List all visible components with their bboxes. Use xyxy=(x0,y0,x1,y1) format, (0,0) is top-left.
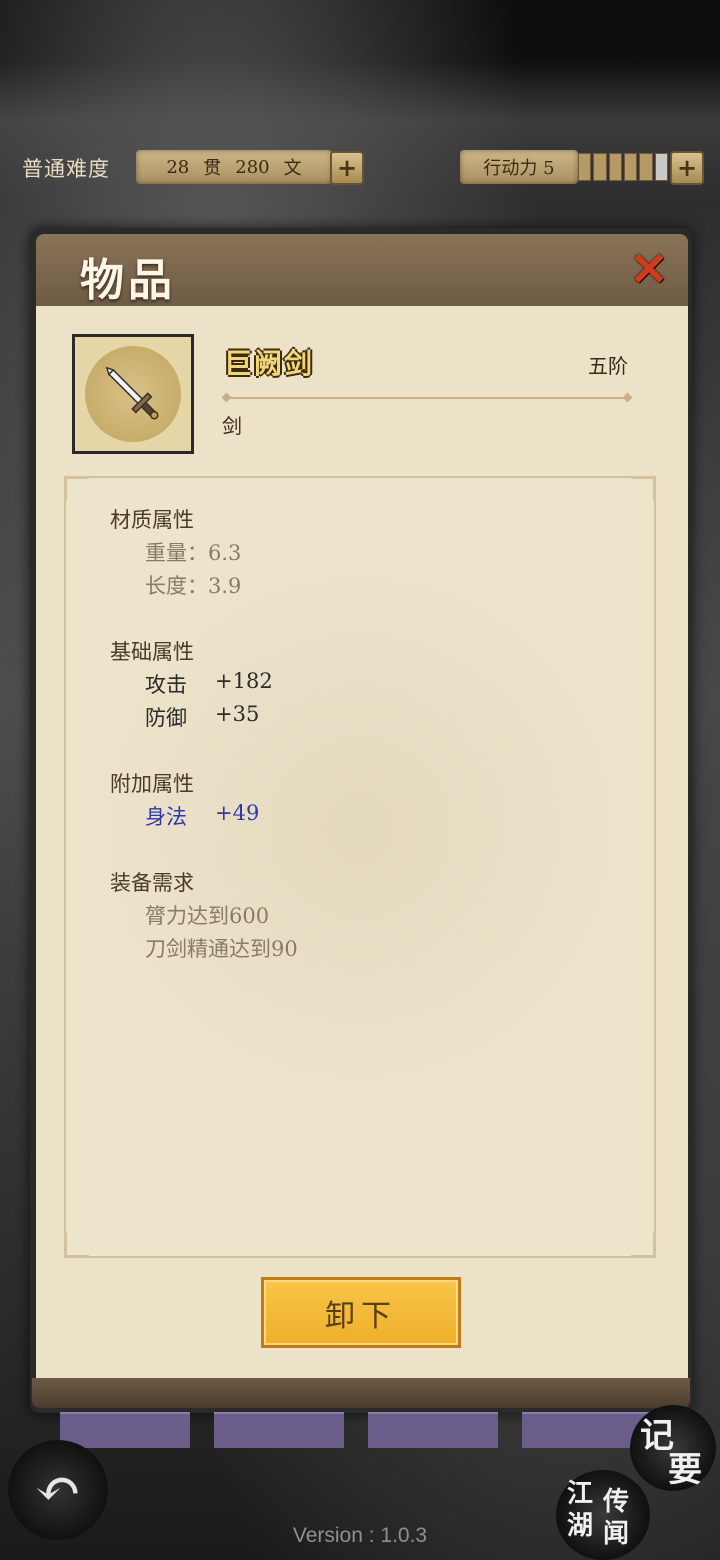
panel-title: 物品 xyxy=(80,255,176,306)
sword-icon xyxy=(105,366,159,420)
action-points-label: 行动力 5 xyxy=(483,158,555,179)
close-icon: ✕ xyxy=(629,242,669,296)
equipment-slot[interactable] xyxy=(60,1412,190,1448)
equipment-slot[interactable] xyxy=(368,1412,498,1448)
meter-segment xyxy=(593,153,607,181)
weight-stat: 重量：6.3 xyxy=(145,541,242,565)
money-display: 28 贯 280 文 xyxy=(136,150,332,184)
attack-label: 攻击 xyxy=(145,673,187,697)
item-panel-header: 物品 ✕ xyxy=(36,234,688,306)
difficulty-label: 普通难度 xyxy=(22,157,110,181)
plus-icon: + xyxy=(676,153,698,182)
version-label: Version : 1.0.3 xyxy=(292,1524,428,1547)
guan-unit: 贯 xyxy=(203,158,222,179)
sword-mastery-requirement: 刀剑精通达到90 xyxy=(145,937,298,961)
item-panel-footer xyxy=(32,1378,690,1408)
agility-value: +49 xyxy=(215,801,260,825)
top-status-bar: 普通难度 28 贯 280 文 + 行动力 5 + xyxy=(0,145,720,190)
agility-label: 身法 xyxy=(145,805,187,829)
back-arrow-icon: ↶ xyxy=(34,1457,82,1522)
wen-unit: 文 xyxy=(283,158,302,179)
item-type: 剑 xyxy=(222,414,242,438)
meter-segment xyxy=(578,153,592,181)
meter-segment xyxy=(639,153,653,181)
wen-value: 280 xyxy=(235,156,270,178)
equipment-slot[interactable] xyxy=(214,1412,344,1448)
jianghu-char: 江 xyxy=(566,1479,593,1509)
add-action-points-button[interactable]: + xyxy=(670,151,704,185)
material-section-title: 材质属性 xyxy=(110,508,194,532)
attack-stat: 攻击 +182 xyxy=(145,669,273,699)
defense-stat: 防御 +35 xyxy=(145,702,259,732)
unequip-button[interactable]: 卸下 xyxy=(261,1277,461,1348)
meter-segment xyxy=(623,153,638,181)
equipment-slot-strip xyxy=(60,1412,660,1448)
attack-value: +182 xyxy=(215,669,273,693)
plus-icon: + xyxy=(336,153,358,182)
strength-requirement: 膂力达到600 xyxy=(145,904,270,928)
length-stat: 长度：3.9 xyxy=(145,574,242,598)
agility-stat: 身法 +49 xyxy=(145,801,259,831)
jianghu-char: 传 xyxy=(602,1487,629,1517)
extra-section-title: 附加属性 xyxy=(110,772,194,796)
jiyao-char-2: 要 xyxy=(668,1450,702,1490)
requirement-section-title: 装备需求 xyxy=(110,871,194,895)
defense-value: +35 xyxy=(215,702,260,726)
guan-value: 28 xyxy=(166,156,190,178)
add-money-button[interactable]: + xyxy=(330,151,364,185)
defense-label: 防御 xyxy=(145,706,187,730)
meter-segment xyxy=(608,153,622,181)
action-points-display: 行动力 5 xyxy=(460,150,578,184)
action-points-meter xyxy=(578,153,668,181)
item-icon-frame xyxy=(72,334,194,454)
divider xyxy=(226,397,628,399)
item-name: 巨阙剑 xyxy=(224,347,315,380)
close-button[interactable]: ✕ xyxy=(628,242,670,296)
item-grade: 五阶 xyxy=(588,354,628,378)
base-section-title: 基础属性 xyxy=(110,640,194,664)
meter-segment xyxy=(654,153,668,181)
